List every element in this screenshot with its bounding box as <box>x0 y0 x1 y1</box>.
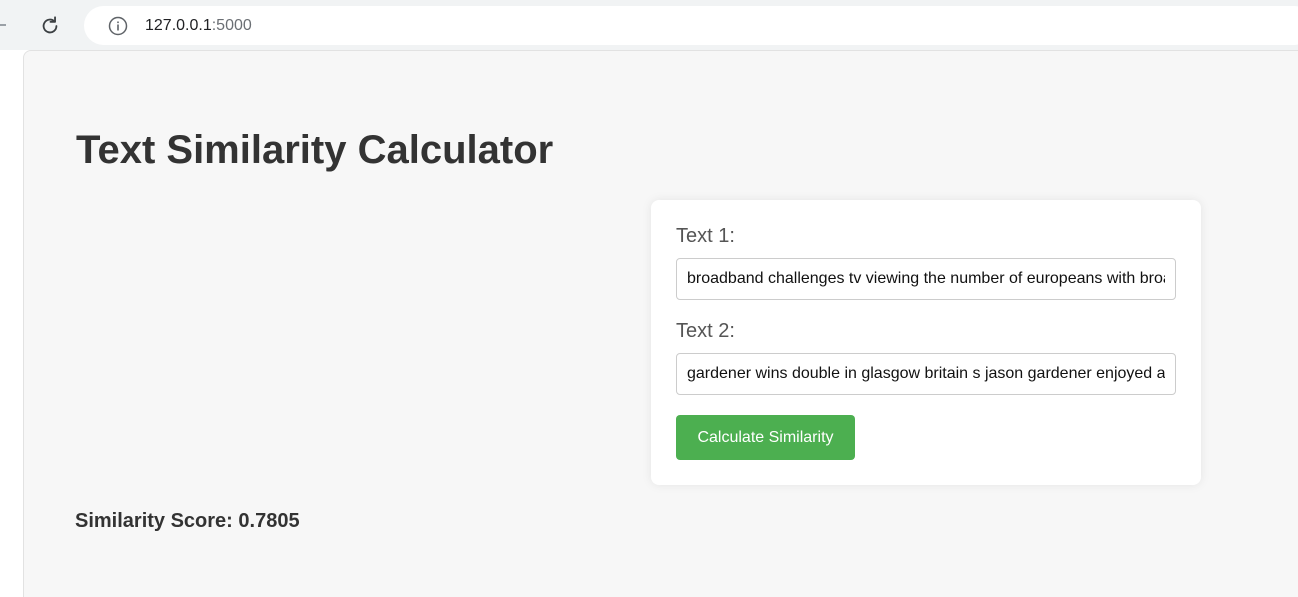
url-port: :5000 <box>211 16 252 34</box>
info-icon[interactable] <box>108 16 128 36</box>
calculate-similarity-button[interactable]: Calculate Similarity <box>676 415 855 460</box>
url-host: 127.0.0.1 <box>145 16 212 34</box>
text2-input[interactable] <box>676 353 1176 395</box>
similarity-score: Similarity Score: 0.7805 <box>75 510 300 532</box>
address-bar[interactable]: 127.0.0.1:5000 <box>84 6 1298 45</box>
text2-label: Text 2: <box>676 320 735 342</box>
url-text[interactable]: 127.0.0.1:5000 <box>145 17 252 35</box>
reload-icon <box>42 16 58 34</box>
back-button-edge[interactable] <box>0 24 6 26</box>
reload-button[interactable] <box>34 10 66 42</box>
page-title: Text Similarity Calculator <box>76 128 554 172</box>
text1-input[interactable] <box>676 258 1176 300</box>
text1-label: Text 1: <box>676 225 735 247</box>
page-content: Text Similarity Calculator Text 1: Text … <box>23 50 1298 597</box>
browser-toolbar: 127.0.0.1:5000 <box>0 0 1298 50</box>
similarity-form-card: Text 1: Text 2: Calculate Similarity <box>651 200 1201 485</box>
